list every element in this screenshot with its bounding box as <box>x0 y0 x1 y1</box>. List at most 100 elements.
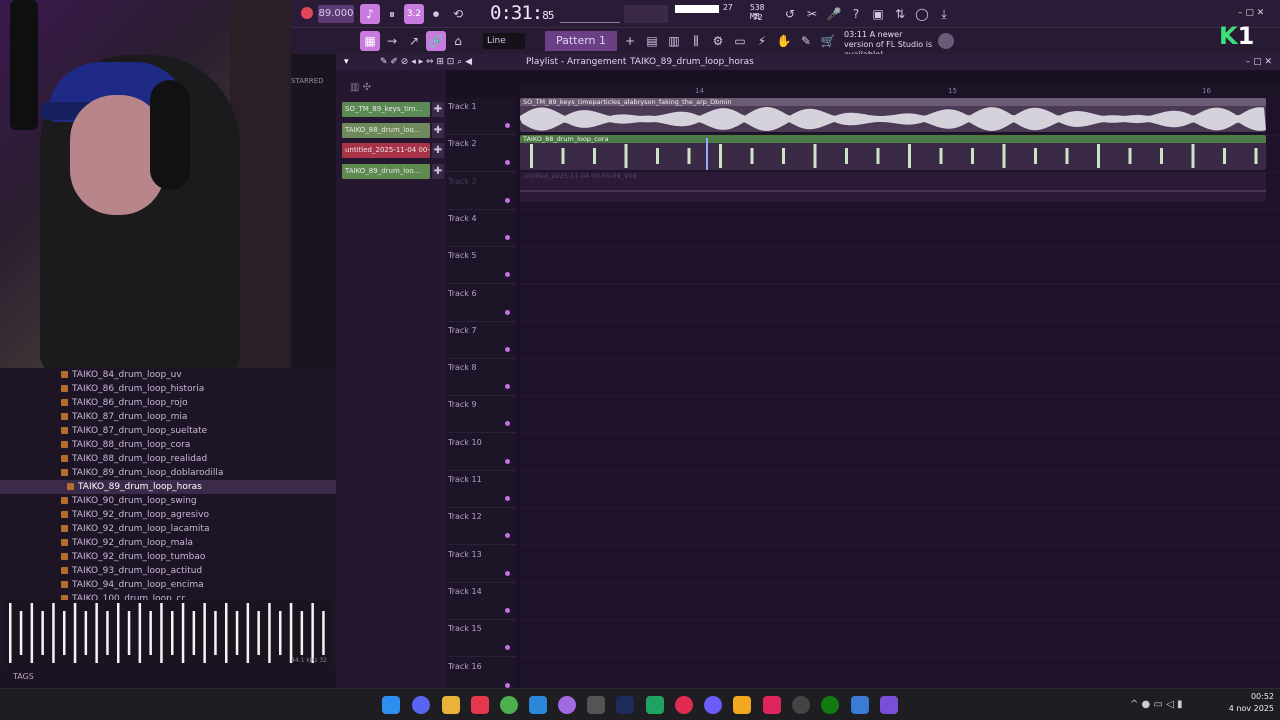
countdown-button[interactable]: 3.2 <box>404 4 424 24</box>
notepad-icon[interactable] <box>529 696 547 714</box>
browser-file[interactable]: TAIKO_88_drum_loop_realidad <box>0 452 336 466</box>
help-icon[interactable]: ? <box>846 4 866 24</box>
browser-icon[interactable]: ▭ <box>730 31 750 51</box>
obs-icon[interactable] <box>792 696 810 714</box>
photoshop-icon[interactable] <box>616 696 634 714</box>
track-mute-dot[interactable] <box>505 570 510 576</box>
link-icon[interactable]: 🔗 <box>426 31 446 51</box>
browser-file[interactable]: TAIKO_94_drum_loop_encima <box>0 578 336 592</box>
track-header[interactable]: Track 11 <box>446 471 516 508</box>
tiktok-icon[interactable] <box>763 696 781 714</box>
playlist-grid[interactable]: SO_TM_89_keys_timeparticles_alabryson_fa… <box>520 98 1280 688</box>
master-volume[interactable] <box>624 5 668 23</box>
track-mute-dot[interactable] <box>505 309 510 315</box>
browser-file[interactable]: TAIKO_92_drum_loop_tumbao <box>0 550 336 564</box>
playlist-tools[interactable]: ✎ ✐ ⊘ ◂ ▸ ⇔ ⊞ ⊡ ⌕ ◀ <box>380 54 472 70</box>
track-mute-dot[interactable] <box>505 682 510 688</box>
track-header[interactable]: Track 3 <box>446 173 516 210</box>
channel-2[interactable]: TAIKO_88_drum_loo... <box>342 122 430 138</box>
export-icon[interactable]: ⇅ <box>890 4 910 24</box>
chevron-down-icon[interactable]: ▾ <box>344 54 349 70</box>
android-studio-icon[interactable] <box>646 696 664 714</box>
pinterest-icon[interactable] <box>675 696 693 714</box>
track-mute-dot[interactable] <box>505 160 510 166</box>
browser-file[interactable]: TAIKO_84_drum_loop_uv <box>0 368 336 382</box>
window-controls[interactable]: – ▢ ✕ <box>1238 8 1278 18</box>
browser-file[interactable]: TAIKO_87_drum_loop_mia <box>0 410 336 424</box>
mixer-icon[interactable]: ⫼ <box>686 31 706 51</box>
stamp-icon[interactable]: ⌂ <box>448 31 468 51</box>
track-mute-dot[interactable] <box>505 607 510 613</box>
channel-4[interactable]: TAIKO_89_drum_loo... <box>342 163 430 179</box>
browser-file[interactable]: TAIKO_92_drum_loop_agresivo <box>0 508 336 522</box>
browser-file[interactable]: TAIKO_92_drum_loop_lacamita <box>0 522 336 536</box>
windows-start-icon[interactable] <box>382 696 400 714</box>
waveform-preview[interactable]: 44.1 kHz 32 <box>5 600 333 666</box>
track-header[interactable]: Track 7 <box>446 322 516 359</box>
track-header[interactable]: Track 5 <box>446 247 516 285</box>
arrangement-name[interactable]: TAIKO_89_drum_loop_horas <box>630 54 754 70</box>
blend-notes-button[interactable]: ⏺ <box>426 4 446 24</box>
discord-icon[interactable] <box>412 696 430 714</box>
cut-icon[interactable]: ✂ <box>802 4 822 24</box>
record-button[interactable] <box>301 7 313 19</box>
track-header[interactable]: Track 2 <box>446 135 516 173</box>
track-mute-dot[interactable] <box>505 346 510 352</box>
mic-icon[interactable]: 🎤 <box>824 4 844 24</box>
tools-icon[interactable]: ✎ <box>796 31 816 51</box>
plugin-icon[interactable]: ⚙ <box>708 31 728 51</box>
chrome-icon[interactable] <box>500 696 518 714</box>
metronome-button[interactable]: ♪ <box>360 4 380 24</box>
track-header[interactable]: Track 8 <box>446 359 516 397</box>
channel-route-icon[interactable]: ✚ <box>432 102 444 117</box>
track-header[interactable]: Track 13 <box>446 546 516 583</box>
chat-icon[interactable]: ◯ <box>912 4 932 24</box>
globe-icon[interactable] <box>938 33 954 49</box>
xbox-icon[interactable] <box>821 696 839 714</box>
browser-app-icon[interactable] <box>558 696 576 714</box>
playlist-icon[interactable]: ▤ <box>642 31 662 51</box>
track-mute-dot[interactable] <box>505 533 510 539</box>
arrow-right-icon[interactable]: → <box>382 31 402 51</box>
slide-icon[interactable]: ↗ <box>404 31 424 51</box>
snap-select[interactable]: Line <box>483 33 525 49</box>
track-header[interactable]: Track 10 <box>446 434 516 471</box>
app-icon[interactable] <box>587 696 605 714</box>
track-mute-dot[interactable] <box>505 645 510 651</box>
track-header[interactable]: Track 4 <box>446 210 516 247</box>
wait-input-button[interactable]: ⏸ <box>382 4 402 24</box>
update-notice[interactable]: 03:11 A newer version of FL Studio is av… <box>844 30 934 59</box>
track-header[interactable]: Track 14 <box>446 583 516 620</box>
channel-1[interactable]: SO_TM_89_keys_tim... <box>342 102 430 117</box>
track-header[interactable]: Track 12 <box>446 508 516 546</box>
channel-route-icon[interactable]: ✚ <box>432 122 444 138</box>
capture-icon[interactable] <box>880 696 898 714</box>
add-pattern-icon[interactable]: + <box>620 31 640 51</box>
channel-3[interactable]: untitled_2025-11-04 00-... <box>342 143 430 158</box>
browser-file[interactable]: TAIKO_86_drum_loop_historia <box>0 382 336 396</box>
pattern-selector[interactable]: Pattern 1 <box>545 31 617 51</box>
playlist-window-controls[interactable]: – ▢ ✕ <box>1246 54 1272 70</box>
clip-drum-loop[interactable]: TAIKO_88_drum_loop_cora <box>520 135 1266 170</box>
clip-untitled[interactable]: untitled_2025-11-04 00-50-09_V08 <box>520 172 1266 202</box>
touch-icon[interactable]: ✋ <box>774 31 794 51</box>
rack-icons[interactable]: ▥ ✣ <box>350 82 371 93</box>
window-app-icon[interactable] <box>851 696 869 714</box>
loop-record-button[interactable]: ⟲ <box>448 4 468 24</box>
track-header[interactable]: Track 1 <box>446 98 516 135</box>
undo-icon[interactable]: ↺ <box>780 4 800 24</box>
browser-file[interactable]: TAIKO_89_drum_loop_horas <box>0 480 336 494</box>
piano-roll-icon[interactable]: ▦ <box>360 31 380 51</box>
system-tray[interactable]: ^ ● ▭ ◁ ▮ <box>1130 699 1182 710</box>
track-mute-dot[interactable] <box>505 272 510 278</box>
channel-route-icon[interactable]: ✚ <box>432 143 444 158</box>
track-mute-dot[interactable] <box>505 197 510 203</box>
channel-route-icon[interactable]: ✚ <box>432 163 444 179</box>
track-header[interactable]: Track 9 <box>446 396 516 434</box>
file-explorer-icon[interactable] <box>442 696 460 714</box>
proton-icon[interactable] <box>704 696 722 714</box>
browser-file[interactable]: TAIKO_87_drum_loop_sueltate <box>0 424 336 438</box>
browser-file[interactable]: TAIKO_86_drum_loop_rojo <box>0 396 336 410</box>
track-mute-dot[interactable] <box>505 421 510 427</box>
track-header[interactable]: Track 6 <box>446 285 516 322</box>
